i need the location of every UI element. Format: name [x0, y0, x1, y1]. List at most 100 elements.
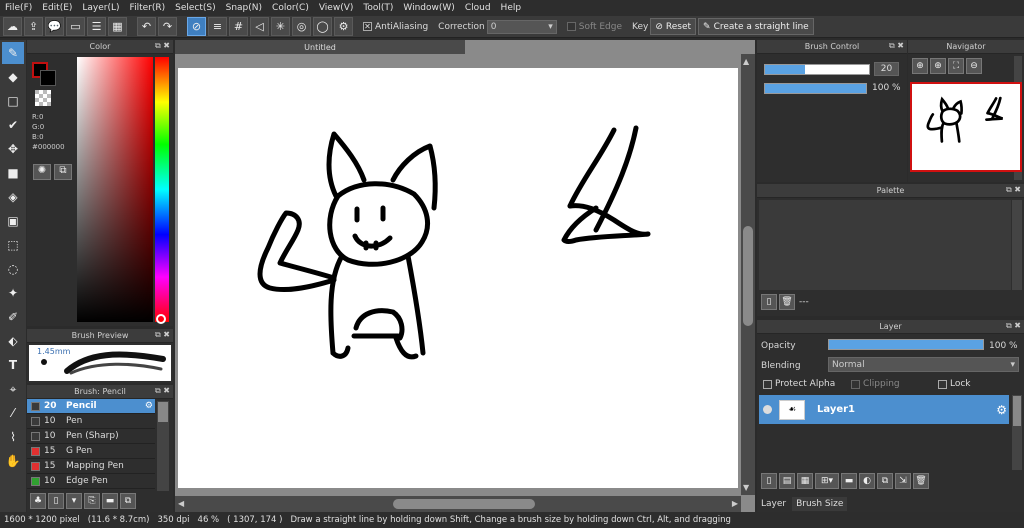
zoom-out-icon[interactable]: ⊖ [966, 58, 982, 74]
merge-layer-icon[interactable]: ⇲ [895, 473, 911, 489]
drawing-canvas[interactable] [178, 68, 738, 488]
select-rect-dotted-tool-icon[interactable]: ⬚ [2, 234, 24, 256]
select-rect-tool-icon[interactable]: □ [2, 90, 24, 112]
soft-edge-toggle[interactable]: Soft Edge [566, 22, 622, 32]
gradient-tool-icon[interactable]: ▣ [2, 210, 24, 232]
lasso-tool-icon[interactable]: ◌ [2, 258, 24, 280]
list-icon[interactable]: ☰ [87, 17, 106, 36]
chat-icon[interactable]: 💬 [45, 17, 64, 36]
soft-edge-checkbox[interactable] [566, 22, 576, 31]
scroll-down-icon[interactable]: ▼ [743, 483, 749, 492]
brush-item-pencil[interactable]: 20 Pencil ⚙ [27, 399, 155, 414]
fit-screen-icon[interactable]: ⛶ [948, 58, 964, 74]
redo-icon[interactable]: ↷ [158, 17, 177, 36]
antialiasing-toggle[interactable]: ✕ AntiAliasing [363, 22, 428, 32]
snap-circle-icon[interactable]: ◎ [292, 17, 311, 36]
new-1bit-layer-icon[interactable]: ▦ [797, 473, 813, 489]
snap-crisscross-icon[interactable]: # [229, 17, 248, 36]
palette-area[interactable] [759, 200, 1011, 290]
reset-button[interactable]: ⊘ Reset [650, 18, 697, 35]
new-halftone-layer-icon[interactable]: ▤ [779, 473, 795, 489]
add-brush-icon[interactable]: ♣ [30, 493, 46, 509]
brush-item-pen-sharp[interactable]: 10 Pen (Sharp) [27, 429, 155, 444]
gear-icon[interactable]: ⚙ [145, 401, 153, 411]
brush-tool-icon[interactable]: ✎ [2, 42, 24, 64]
cloud-icon[interactable]: ☁ [3, 17, 22, 36]
brush-menu-icon[interactable]: ▾ [66, 493, 82, 509]
brush-item-g-pen[interactable]: 15 G Pen [27, 444, 155, 459]
straight-line-button[interactable]: ✎ Create a straight line [698, 18, 814, 35]
snap-parallel-icon[interactable]: ≡ [208, 17, 227, 36]
brush-list-scrollbar[interactable] [157, 401, 169, 491]
protect-alpha-checkbox[interactable] [763, 379, 772, 389]
menu-color[interactable]: Color(C) [267, 3, 314, 13]
protect-alpha-toggle[interactable]: Protect Alpha [763, 379, 835, 389]
scroll-left-icon[interactable]: ◀ [178, 499, 184, 508]
undo-icon[interactable]: ↶ [137, 17, 156, 36]
tab-layer[interactable]: Layer [757, 497, 791, 511]
panel-close-icon[interactable]: ⧉ ✖ [1006, 321, 1021, 331]
snap-curve-icon[interactable]: ◯ [313, 17, 332, 36]
brush-item-edge-pen[interactable]: 10 Edge Pen [27, 474, 155, 489]
folder-icon[interactable]: ▬ [102, 493, 118, 509]
canvas-vertical-scrollbar[interactable]: ▲ ▼ [741, 54, 755, 495]
magic-wand-tool-icon[interactable]: ✦ [2, 282, 24, 304]
move-tool-icon[interactable]: ✥ [2, 138, 24, 160]
eyedropper-icon[interactable]: ✺ [33, 164, 51, 180]
brush-size-value[interactable]: 20 [874, 62, 899, 76]
grid-icon[interactable]: ▦ [108, 17, 127, 36]
clipping-checkbox[interactable] [851, 379, 860, 389]
gear-icon[interactable]: ⚙ [996, 403, 1007, 417]
brush-size-slider[interactable] [764, 64, 870, 75]
eyedropper-tool-icon[interactable]: ⌇ [2, 426, 24, 448]
hand-tool-icon[interactable]: ✋ [2, 450, 24, 472]
canvas-horizontal-scrollbar[interactable]: ◀ ▶ [175, 496, 741, 512]
layer-list-scrollbar[interactable] [1012, 395, 1022, 470]
copy-brush-icon[interactable]: ⎘ [84, 493, 100, 509]
background-swatch[interactable] [40, 70, 56, 86]
menu-edit[interactable]: Edit(E) [37, 3, 77, 13]
menu-select[interactable]: Select(S) [170, 3, 221, 13]
panel-close-icon[interactable]: ⧉ ✖ [155, 386, 170, 396]
menu-filter[interactable]: Filter(R) [125, 3, 171, 13]
lock-toggle[interactable]: Lock [938, 379, 971, 389]
brush-item-pen[interactable]: 10 Pen [27, 414, 155, 429]
hue-slider-handle[interactable] [156, 314, 166, 324]
new-brush-icon[interactable]: ▯ [48, 493, 64, 509]
select-brush-tool-icon[interactable]: ✔ [2, 114, 24, 136]
fill-rect-tool-icon[interactable]: ■ [2, 162, 24, 184]
blending-select[interactable]: Normal ▾ [828, 357, 1019, 372]
snap-settings-icon[interactable]: ⚙ [334, 17, 353, 36]
menu-tool[interactable]: Tool(T) [358, 3, 398, 13]
trash-icon[interactable]: 🗑 [913, 473, 929, 489]
lock-checkbox[interactable] [938, 379, 947, 389]
layer-row[interactable]: ☙ Layer1 ⚙ [759, 395, 1009, 424]
snap-vanishing-icon[interactable]: ◁ [250, 17, 269, 36]
hue-slider[interactable] [155, 57, 169, 322]
new-palette-icon[interactable]: ▯ [761, 294, 777, 310]
menu-view[interactable]: View(V) [314, 3, 359, 13]
menu-snap[interactable]: Snap(N) [221, 3, 267, 13]
export-icon[interactable]: ⇪ [24, 17, 43, 36]
menu-help[interactable]: Help [496, 3, 527, 13]
panel-close-icon[interactable]: ⧉ ✖ [155, 41, 170, 51]
divide-tool-icon[interactable]: ⁄ [2, 402, 24, 424]
vertical-scroll-thumb[interactable] [743, 226, 753, 326]
new-layer-icon[interactable]: ▯ [761, 473, 777, 489]
scroll-right-icon[interactable]: ▶ [732, 499, 738, 508]
folder-icon[interactable]: ▬ [841, 473, 857, 489]
navigator-preview[interactable] [910, 82, 1022, 172]
duplicate-icon[interactable]: ⧉ [120, 493, 136, 509]
panel-close-icon[interactable]: ⧉ ✖ [889, 41, 904, 51]
palette-scrollbar[interactable] [1012, 200, 1022, 290]
brush-item-mapping-pen[interactable]: 15 Mapping Pen [27, 459, 155, 474]
visibility-eye-icon[interactable] [763, 405, 772, 414]
tab-untitled[interactable]: Untitled [175, 40, 465, 54]
mask-icon[interactable]: ◐ [859, 473, 875, 489]
eraser-tool-icon[interactable]: ◆ [2, 66, 24, 88]
correction-select[interactable]: 0 ▾ [486, 19, 557, 34]
menu-window[interactable]: Window(W) [398, 3, 459, 13]
select-eraser-tool-icon[interactable]: ⬖ [2, 330, 24, 352]
tab-brush-size[interactable]: Brush Size [792, 497, 848, 511]
layer-menu-icon[interactable]: ⊞▾ [815, 473, 839, 489]
